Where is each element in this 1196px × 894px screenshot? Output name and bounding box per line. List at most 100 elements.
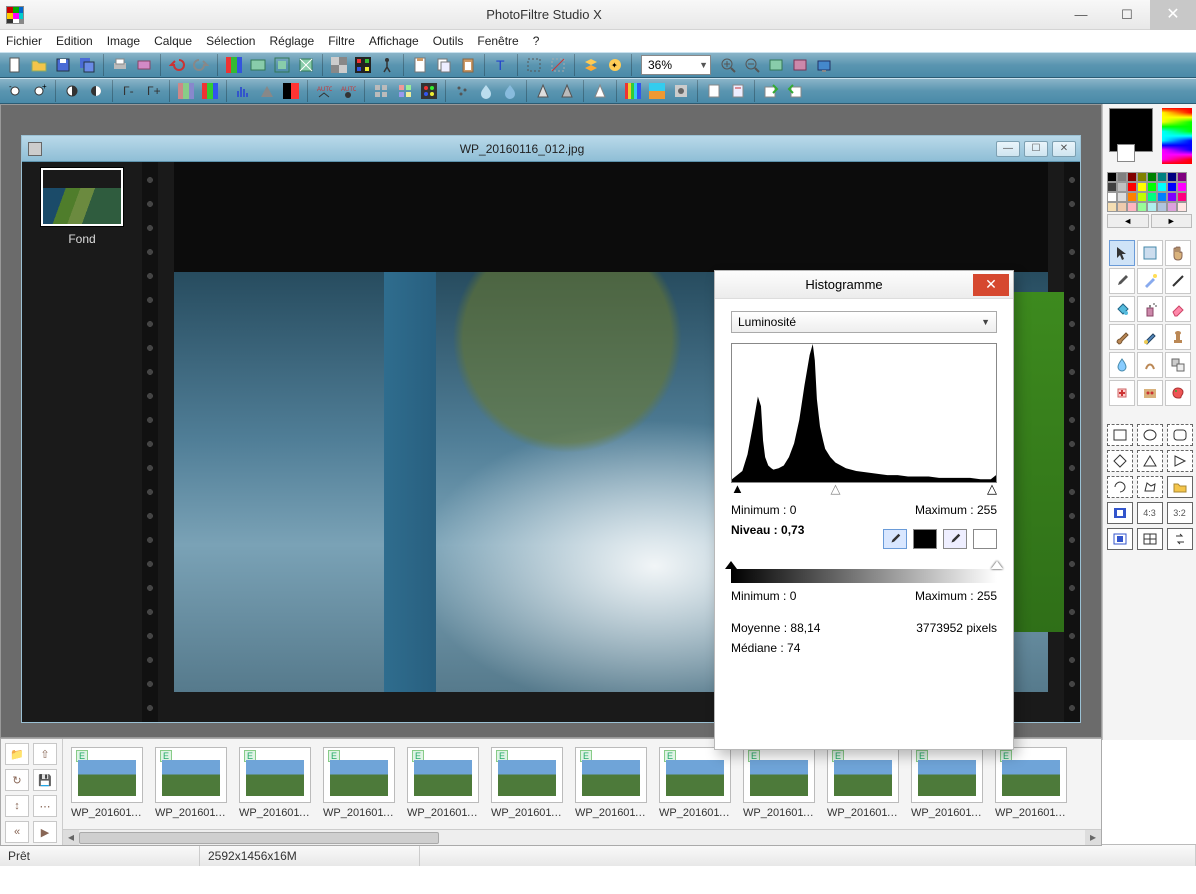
- stamp-tool[interactable]: [1165, 324, 1191, 350]
- dust-icon[interactable]: [451, 80, 473, 102]
- color-swatch[interactable]: [1137, 202, 1147, 212]
- color-fg-bg[interactable]: [1107, 108, 1192, 166]
- smudge-tool[interactable]: [1137, 352, 1163, 378]
- color-swatch[interactable]: [1167, 182, 1177, 192]
- heal-tool[interactable]: [1109, 380, 1135, 406]
- close-button[interactable]: ✕: [1150, 0, 1196, 30]
- explorer-up-icon[interactable]: ⇧: [33, 743, 57, 765]
- redo-icon[interactable]: [190, 54, 212, 76]
- explorer-scrollbar[interactable]: ◂ ▸: [63, 829, 1101, 845]
- explorer-thumb[interactable]: WP_2016011...: [71, 747, 145, 819]
- gamma-minus-icon[interactable]: Γ-: [118, 80, 140, 102]
- shape-swap[interactable]: [1167, 528, 1193, 550]
- eyedropper-black-button[interactable]: [883, 529, 907, 549]
- saturation-minus-icon[interactable]: [175, 80, 197, 102]
- menu-fichier[interactable]: Fichier: [6, 34, 42, 48]
- color-swatch[interactable]: [1157, 172, 1167, 182]
- color-swatch[interactable]: [1177, 172, 1187, 182]
- spray-tool[interactable]: [1137, 296, 1163, 322]
- pointer-tool[interactable]: [1109, 240, 1135, 266]
- opacity-icon[interactable]: [328, 54, 350, 76]
- relief-icon[interactable]: [589, 80, 611, 102]
- print-icon[interactable]: [109, 54, 131, 76]
- image-size-icon[interactable]: [247, 54, 269, 76]
- explorer-thumb[interactable]: WP_2016011...: [575, 747, 649, 819]
- menu-selection[interactable]: Sélection: [206, 34, 255, 48]
- color-swatch[interactable]: [1177, 192, 1187, 202]
- gradient-right-handle[interactable]: [991, 561, 1003, 569]
- save-icon[interactable]: [52, 54, 74, 76]
- blur-tool[interactable]: [1109, 352, 1135, 378]
- color-swatch[interactable]: [1137, 172, 1147, 182]
- zoom-out-icon[interactable]: [741, 54, 763, 76]
- sel-none-icon[interactable]: [547, 54, 569, 76]
- color-swatch[interactable]: [1117, 172, 1127, 182]
- shape-lasso[interactable]: [1107, 476, 1133, 498]
- fill-tool[interactable]: [1109, 296, 1135, 322]
- explorer-thumb[interactable]: WP_2016011...: [239, 747, 313, 819]
- zoom-combo[interactable]: 36% ▼: [641, 55, 711, 75]
- contrast-minus-icon[interactable]: [61, 80, 83, 102]
- scroll-left-icon[interactable]: ◂: [63, 830, 79, 845]
- contrast-plus-icon[interactable]: [85, 80, 107, 102]
- eyedropper-tool[interactable]: [1109, 268, 1135, 294]
- color-swatch[interactable]: [1147, 202, 1157, 212]
- art-tool[interactable]: [1165, 380, 1191, 406]
- sharpen2-icon[interactable]: [556, 80, 578, 102]
- sel-all-icon[interactable]: [523, 54, 545, 76]
- shape-ellipse[interactable]: [1137, 424, 1163, 446]
- shape-grid[interactable]: [1137, 528, 1163, 550]
- color-spectrum[interactable]: [1162, 108, 1192, 164]
- scroll-right-icon[interactable]: ▸: [1085, 830, 1101, 845]
- explorer-collapse-icon[interactable]: «: [5, 821, 29, 843]
- line-tool[interactable]: [1165, 268, 1191, 294]
- menu-calque[interactable]: Calque: [154, 34, 192, 48]
- explorer-prev-folder-icon[interactable]: 📁: [5, 743, 29, 765]
- swatch-next-button[interactable]: ►: [1151, 214, 1193, 228]
- blur-icon[interactable]: [475, 80, 497, 102]
- color-swatch[interactable]: [1157, 202, 1167, 212]
- shape-ratio32[interactable]: 3:2: [1167, 502, 1193, 524]
- histogram-icon[interactable]: [232, 80, 254, 102]
- brightness-minus-icon[interactable]: -: [4, 80, 26, 102]
- rgb-icon[interactable]: [223, 54, 245, 76]
- doc-maximize-button[interactable]: ☐: [1024, 141, 1048, 157]
- zoom-100-icon[interactable]: [789, 54, 811, 76]
- walk-icon[interactable]: [376, 54, 398, 76]
- grid4b-icon[interactable]: [394, 80, 416, 102]
- menu-fenetre[interactable]: Fenêtre: [477, 34, 518, 48]
- explorer-thumb[interactable]: WP_2016011...: [659, 747, 733, 819]
- explorer-thumb[interactable]: WP_2016011...: [911, 747, 985, 819]
- histogram-gradient[interactable]: [731, 569, 997, 583]
- auto-contrast-icon[interactable]: AUTO: [337, 80, 359, 102]
- color-swatch[interactable]: [1117, 202, 1127, 212]
- color-swatch[interactable]: [1137, 192, 1147, 202]
- color-swatch[interactable]: [1167, 172, 1177, 182]
- histogram-channel-combo[interactable]: Luminosité ▼: [731, 311, 997, 333]
- explorer-sort-icon[interactable]: ↕: [5, 795, 29, 817]
- shape-polygon[interactable]: [1137, 476, 1163, 498]
- hist-max-marker[interactable]: △: [987, 481, 997, 497]
- explorer-thumb[interactable]: WP_2016011...: [407, 747, 481, 819]
- auto-icon[interactable]: ✦: [604, 54, 626, 76]
- channels-icon[interactable]: [352, 54, 374, 76]
- menu-filtre[interactable]: Filtre: [328, 34, 355, 48]
- eraser-tool[interactable]: [1165, 296, 1191, 322]
- fit-icon[interactable]: [295, 54, 317, 76]
- menu-image[interactable]: Image: [107, 34, 140, 48]
- color-swatch[interactable]: [1147, 192, 1157, 202]
- canvas-size-icon[interactable]: [271, 54, 293, 76]
- color-swatch[interactable]: [1157, 182, 1167, 192]
- menu-edition[interactable]: Edition: [56, 34, 93, 48]
- histogram-dialog[interactable]: Histogramme ✕ Luminosité ▼ ▲ △ △ Minimum…: [714, 270, 1014, 750]
- selection-tool[interactable]: [1137, 240, 1163, 266]
- shape-invert[interactable]: [1107, 502, 1133, 524]
- magic-wand-tool[interactable]: [1137, 268, 1163, 294]
- maximize-button[interactable]: ☐: [1104, 0, 1150, 30]
- explorer-thumb[interactable]: WP_2016011...: [491, 747, 565, 819]
- clipboard-cut-icon[interactable]: [409, 54, 431, 76]
- shape-ratio43[interactable]: 4:3: [1137, 502, 1163, 524]
- clipboard-paste-icon[interactable]: [457, 54, 479, 76]
- grid4-icon[interactable]: [370, 80, 392, 102]
- histogram-close-button[interactable]: ✕: [973, 274, 1009, 296]
